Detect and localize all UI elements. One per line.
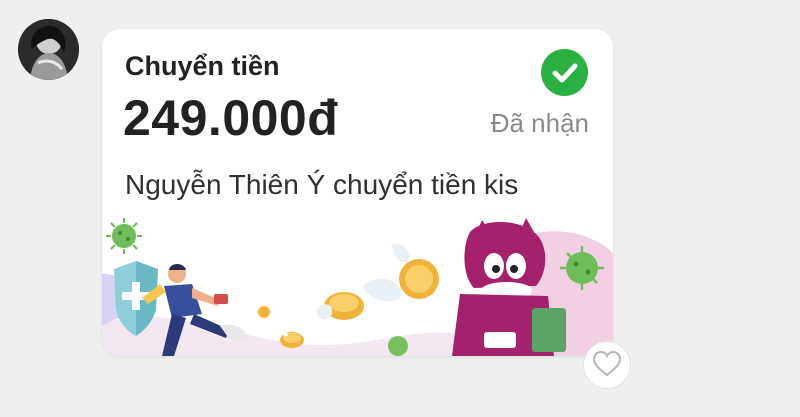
heart-icon [592, 350, 622, 377]
avatar[interactable] [18, 19, 79, 80]
coin-icon [316, 292, 364, 320]
virus-icon [106, 218, 142, 254]
status-label: Đã nhận [490, 108, 589, 138]
avatar-image [18, 19, 79, 80]
transfer-title: Chuyển tiền [125, 51, 280, 81]
transfer-illustration [102, 218, 613, 356]
like-button[interactable] [583, 341, 631, 389]
money-transfer-card[interactable]: Chuyển tiền 249.000đ Nguyễn Thiên Ý chuy… [102, 29, 613, 356]
transfer-description: Nguyễn Thiên Ý chuyển tiền kis [125, 169, 519, 200]
transfer-amount: 249.000đ [123, 90, 339, 146]
check-circle-icon [541, 49, 588, 96]
flying-coin-icon [362, 243, 439, 302]
